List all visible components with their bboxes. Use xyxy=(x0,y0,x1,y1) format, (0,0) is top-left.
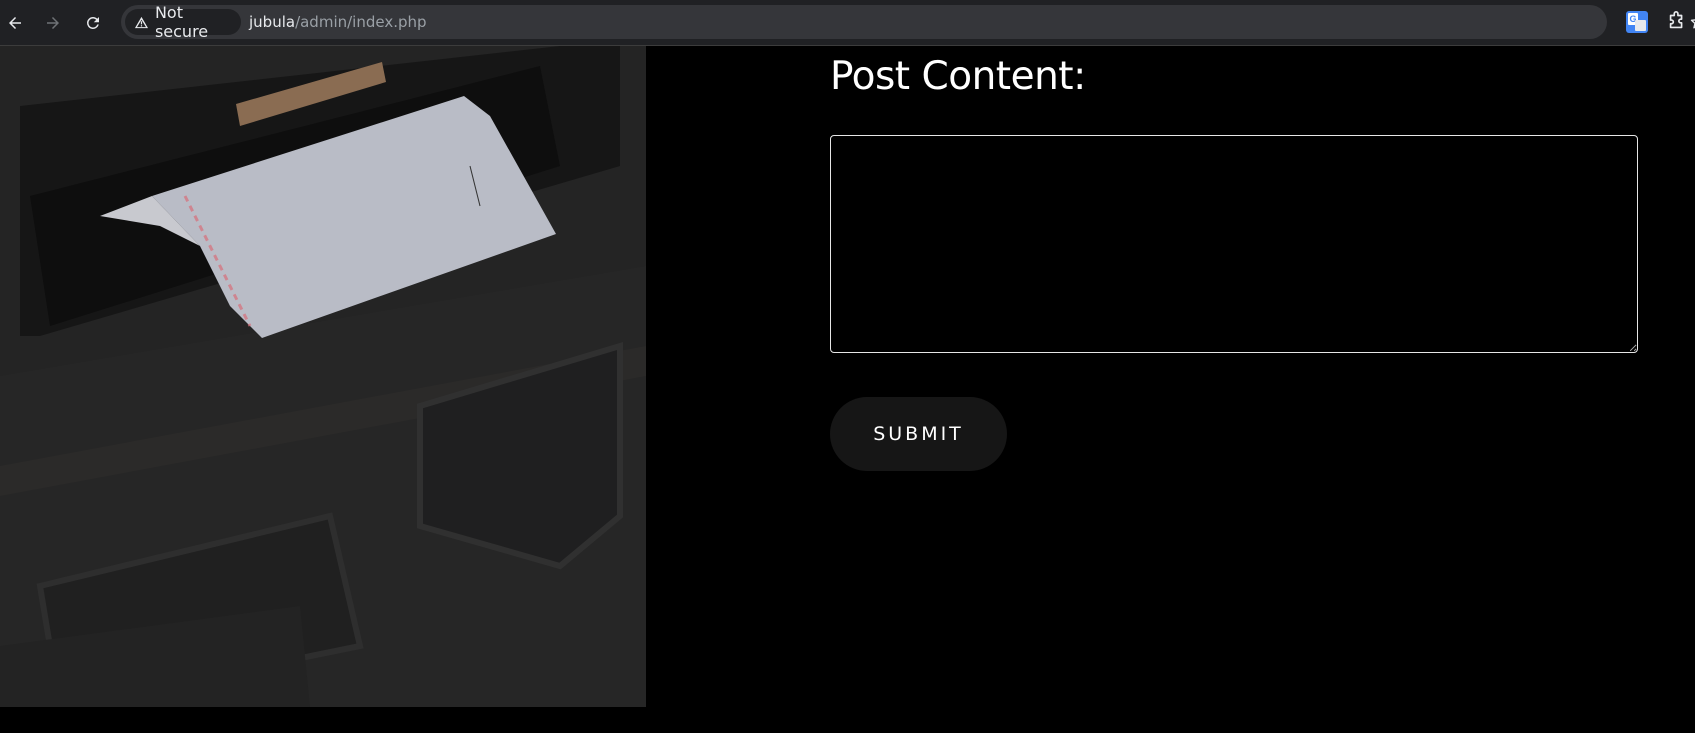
google-translate-icon[interactable]: G xyxy=(1626,11,1648,33)
security-chip[interactable]: Not secure xyxy=(125,3,241,41)
address-bar[interactable]: Not secure jubula/admin/index.php xyxy=(121,3,1695,41)
puzzle-icon[interactable] xyxy=(1666,10,1688,32)
reload-button[interactable] xyxy=(79,9,107,37)
browser-toolbar: Not secure jubula/admin/index.php G xyxy=(0,0,1695,46)
post-form: Post Content: SUBMIT xyxy=(646,46,1695,733)
arrow-right-icon xyxy=(47,17,59,29)
security-label: Not secure xyxy=(154,3,209,41)
url-host: jubula xyxy=(249,13,296,31)
url-text[interactable]: jubula/admin/index.php xyxy=(249,13,427,31)
submit-button[interactable]: SUBMIT xyxy=(830,397,1007,471)
post-content-textarea[interactable] xyxy=(830,135,1638,353)
forward-button[interactable] xyxy=(39,9,67,37)
back-button[interactable] xyxy=(1,9,29,37)
mail-slot-photo xyxy=(0,46,646,707)
star-icon[interactable] xyxy=(1689,13,1695,31)
arrow-left-icon xyxy=(9,17,21,29)
post-content-label: Post Content: xyxy=(830,54,1086,99)
reload-icon xyxy=(86,16,99,29)
warning-icon xyxy=(134,16,149,28)
url-path: /admin/index.php xyxy=(295,13,427,31)
